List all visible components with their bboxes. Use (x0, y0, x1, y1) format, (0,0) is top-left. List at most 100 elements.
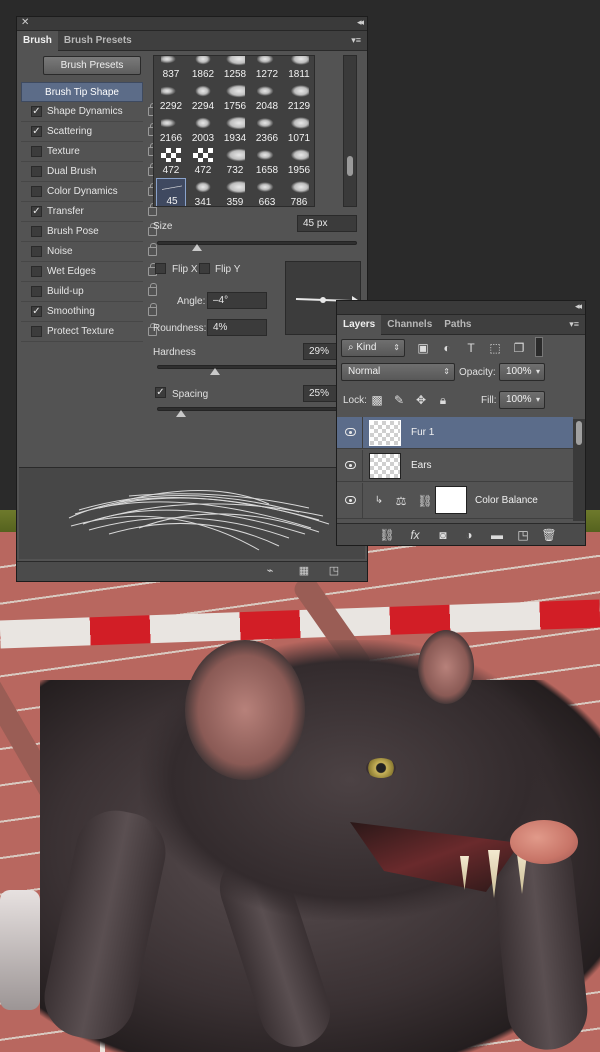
brush-option-build-up[interactable]: Build-up (21, 282, 157, 302)
brush-tip[interactable]: 2366 (252, 114, 282, 144)
layer-name[interactable]: Ears (411, 450, 432, 482)
panel-titlebar[interactable]: ✕ ◂◂ (17, 17, 367, 31)
opacity-field[interactable]: 100% ▾ (499, 363, 545, 381)
option-checkbox[interactable]: ✓ (31, 206, 42, 217)
smart-object-filter-icon[interactable]: ❐ (511, 341, 527, 355)
brush-tip[interactable]: 1272 (252, 56, 282, 80)
brush-option-brush-tip-shape[interactable]: Brush Tip Shape (21, 82, 143, 102)
brush-tip[interactable]: 45 (156, 178, 186, 206)
brush-tip[interactable]: 2003 (188, 114, 218, 144)
scrollbar-thumb[interactable] (347, 156, 353, 176)
brush-tip[interactable]: 663 (252, 178, 282, 206)
collapse-icon[interactable]: ◂◂ (575, 301, 582, 312)
brush-option-transfer[interactable]: ✓ Transfer (21, 202, 157, 222)
brush-tip[interactable]: 2048 (252, 82, 282, 112)
flip-y-checkbox[interactable] (199, 263, 210, 274)
brush-option-wet-edges[interactable]: Wet Edges (21, 262, 157, 282)
brush-tip[interactable]: 2166 (156, 114, 186, 144)
brush-tip[interactable]: 2129 (284, 82, 314, 112)
brush-tip[interactable]: 341 (188, 178, 218, 206)
close-icon[interactable]: ✕ (21, 17, 29, 28)
hardness-slider-thumb[interactable] (210, 368, 220, 375)
brush-tip[interactable]: 2294 (188, 82, 218, 112)
option-checkbox[interactable] (31, 246, 42, 257)
lock-icon[interactable] (148, 283, 157, 296)
layer-row-ears[interactable]: Ears (337, 450, 573, 482)
option-checkbox[interactable] (31, 226, 42, 237)
brush-option-scattering[interactable]: ✓ Scattering (21, 122, 157, 142)
blend-mode-dropdown[interactable]: Normal ⇕ (341, 363, 455, 381)
size-slider-track[interactable] (157, 241, 357, 245)
brush-toggle-icon[interactable]: ⌁ (263, 565, 277, 577)
panel-titlebar[interactable]: ◂◂ (337, 301, 585, 315)
type-filter-icon[interactable]: T (463, 341, 479, 355)
option-checkbox[interactable] (31, 146, 42, 157)
brush-tip[interactable]: 1934 (220, 114, 250, 144)
brush-tip[interactable]: 1071 (284, 114, 314, 144)
brush-tip[interactable]: 1756 (220, 82, 250, 112)
fx-icon[interactable]: fx (407, 528, 423, 542)
visibility-toggle[interactable] (337, 417, 363, 449)
size-slider-thumb[interactable] (192, 244, 202, 251)
brush-tip[interactable]: 786 (284, 178, 314, 206)
tab-brush-presets[interactable]: Brush Presets (58, 31, 138, 51)
scrollbar-thumb[interactable] (576, 421, 582, 445)
shape-filter-icon[interactable]: ⬚ (487, 341, 503, 355)
brush-option-color-dynamics[interactable]: Color Dynamics (21, 182, 157, 202)
option-checkbox[interactable] (31, 326, 42, 337)
layer-name[interactable]: Fur 1 (411, 417, 434, 449)
spacing-checkbox[interactable]: ✓ (155, 387, 166, 398)
panel-menu-icon[interactable]: ▾≡ (569, 319, 579, 330)
pixel-filter-icon[interactable]: ▣ (415, 341, 431, 355)
lock-icon[interactable] (148, 303, 157, 316)
option-checkbox[interactable]: ✓ (31, 126, 42, 137)
brush-tip[interactable]: 837 (156, 56, 186, 80)
link-layers-icon[interactable]: ⛓ (379, 528, 395, 542)
lock-icon[interactable] (148, 203, 157, 216)
brush-option-dual-brush[interactable]: Dual Brush (21, 162, 157, 182)
fill-field[interactable]: 100% ▾ (499, 391, 545, 409)
new-group-icon[interactable]: ▬ (489, 528, 505, 542)
trash-icon[interactable]: 🗑︎ (541, 528, 557, 542)
brush-tip[interactable]: 2292 (156, 82, 186, 112)
brush-tip[interactable]: 1862 (188, 56, 218, 80)
lock-transparent-icon[interactable]: ▩ (369, 393, 385, 407)
lock-position-icon[interactable]: ✥ (413, 393, 429, 407)
grid-icon[interactable]: ▦ (297, 565, 311, 577)
flip-x-checkbox[interactable] (155, 263, 166, 274)
brush-tip[interactable]: 1956 (284, 146, 314, 176)
brush-option-shape-dynamics[interactable]: ✓ Shape Dynamics (21, 102, 157, 122)
brush-tip[interactable]: 1811 (284, 56, 314, 80)
new-layer-icon[interactable]: ◳ (515, 528, 531, 542)
spacing-slider-thumb[interactable] (176, 410, 186, 417)
size-field[interactable]: 45 px (297, 215, 357, 232)
layer-row-fur-1[interactable]: Fur 1 (337, 417, 573, 449)
brush-option-noise[interactable]: Noise (21, 242, 157, 262)
hardness-slider-track[interactable] (157, 365, 357, 369)
brush-tip[interactable]: 472 (188, 146, 218, 176)
option-checkbox[interactable]: ✓ (31, 306, 42, 317)
brush-tip[interactable]: 359 (220, 178, 250, 206)
tab-channels[interactable]: Channels (381, 315, 438, 335)
brush-option-smoothing[interactable]: ✓ Smoothing (21, 302, 157, 322)
option-checkbox[interactable] (31, 166, 42, 177)
panel-menu-icon[interactable]: ▾≡ (351, 35, 361, 46)
option-checkbox[interactable] (31, 266, 42, 277)
layer-row-color-balance[interactable]: ↳ ⚖ ⛓ Color Balance (337, 483, 573, 519)
new-preset-icon[interactable]: ◳ (327, 565, 341, 577)
layer-name[interactable]: Color Balance (475, 483, 538, 519)
tab-brush[interactable]: Brush (17, 31, 58, 51)
filter-kind-dropdown[interactable]: ⌕ Kind ⇕ (341, 339, 405, 357)
link-icon[interactable]: ⛓ (417, 494, 433, 508)
brush-option-protect-texture[interactable]: Protect Texture (21, 322, 157, 342)
option-checkbox[interactable] (31, 186, 42, 197)
roundness-field[interactable]: 4% (207, 319, 267, 336)
option-checkbox[interactable]: ✓ (31, 106, 42, 117)
collapse-icon[interactable]: ◂◂ (357, 17, 364, 28)
brush-tip[interactable]: 1258 (220, 56, 250, 80)
tip-grid-scrollbar[interactable] (343, 55, 357, 207)
lock-icon[interactable] (148, 243, 157, 256)
option-checkbox[interactable] (31, 286, 42, 297)
adjustment-layer-icon[interactable]: ◑ (461, 528, 477, 542)
visibility-toggle[interactable] (337, 483, 363, 519)
